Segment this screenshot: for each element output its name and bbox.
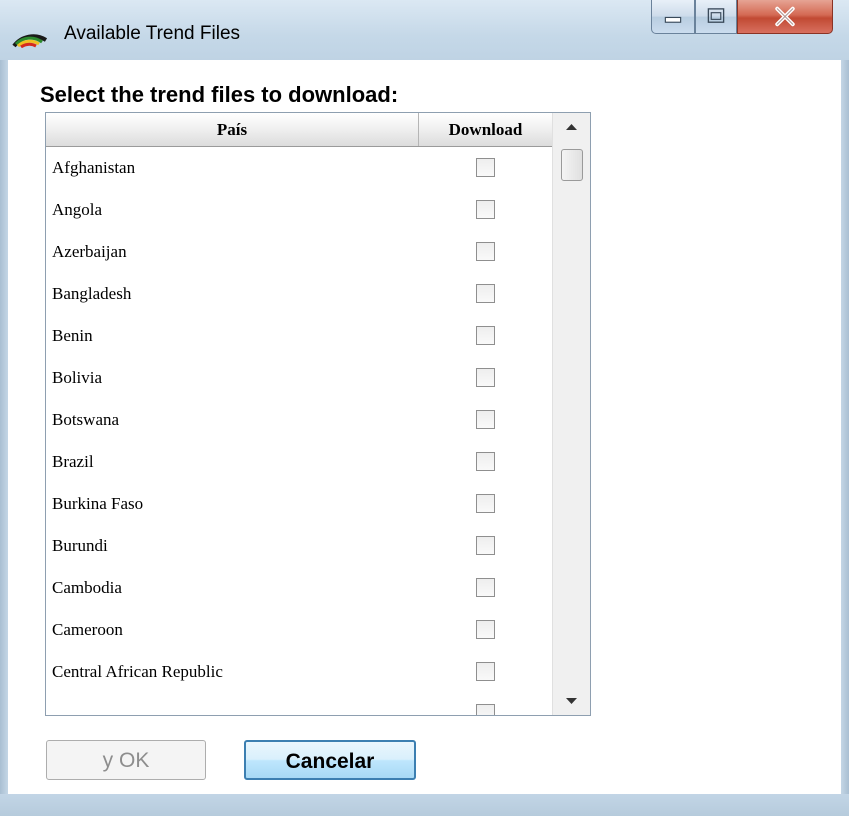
grid-body: Afghanistan Angola Azerbaijan Bangladesh Ben… — [46, 147, 552, 715]
table-row: Cameroon — [46, 609, 552, 651]
cancel-button[interactable]: Cancelar — [244, 740, 416, 780]
scroll-down-arrow-icon — [566, 698, 577, 704]
table-row: Burundi — [46, 525, 552, 567]
table-row: Benin — [46, 315, 552, 357]
scroll-down-button[interactable] — [553, 687, 590, 715]
maximize-icon — [707, 8, 725, 23]
table-row: Botswana — [46, 399, 552, 441]
dialog-client-area: Select the trend files to download: País… — [8, 60, 841, 794]
country-name: Azerbaijan — [52, 242, 127, 261]
download-checkbox[interactable] — [476, 578, 495, 597]
close-icon — [775, 6, 795, 27]
country-name: Burundi — [52, 536, 108, 555]
table-row-partial — [46, 693, 552, 715]
vertical-scrollbar[interactable] — [552, 113, 590, 715]
scroll-up-arrow-icon — [566, 124, 577, 130]
table-row: Burkina Faso — [46, 483, 552, 525]
rainbow-arc-icon — [12, 20, 48, 49]
column-header-download[interactable]: Download — [419, 113, 552, 146]
minimize-icon — [664, 16, 682, 23]
download-checkbox[interactable] — [476, 410, 495, 429]
download-checkbox[interactable] — [476, 368, 495, 387]
maximize-button[interactable] — [695, 0, 737, 34]
country-name: Cameroon — [52, 620, 123, 639]
download-checkbox[interactable] — [476, 704, 495, 715]
download-checkbox[interactable] — [476, 242, 495, 261]
download-checkbox[interactable] — [476, 158, 495, 177]
country-name: Botswana — [52, 410, 120, 429]
minimize-button[interactable] — [651, 0, 695, 34]
trend-files-grid: País Download Afghanistan Angola Azerbaija… — [45, 112, 591, 716]
scroll-up-button[interactable] — [553, 113, 590, 141]
instruction-heading: Select the trend files to download: — [40, 82, 399, 107]
country-name: Burkina Faso — [52, 494, 144, 513]
download-checkbox[interactable] — [476, 326, 495, 345]
scroll-thumb[interactable] — [561, 149, 583, 181]
table-row: Afghanistan — [46, 147, 552, 189]
window-right-border — [841, 60, 849, 816]
country-name: Angola — [52, 200, 103, 219]
caption-buttons — [651, 0, 835, 36]
download-checkbox[interactable] — [476, 200, 495, 219]
window-left-border — [0, 60, 8, 816]
country-name: Brazil — [52, 452, 94, 471]
grid-header: País Download — [46, 113, 552, 147]
download-checkbox[interactable] — [476, 284, 495, 303]
download-checkbox[interactable] — [476, 536, 495, 555]
table-row: Bolivia — [46, 357, 552, 399]
column-header-country[interactable]: País — [46, 113, 419, 146]
download-checkbox[interactable] — [476, 452, 495, 471]
country-name: Bangladesh — [52, 284, 132, 303]
window-title: Available Trend Files — [64, 23, 241, 44]
country-name: Afghanistan — [52, 158, 136, 177]
close-button[interactable] — [737, 0, 833, 34]
ok-button[interactable]: y OK — [46, 740, 206, 780]
country-name: Cambodia — [52, 578, 122, 597]
download-checkbox[interactable] — [476, 620, 495, 639]
download-checkbox[interactable] — [476, 662, 495, 681]
table-row: Cambodia — [46, 567, 552, 609]
dialog-window: Available Trend Files Select the trend f… — [0, 0, 849, 816]
table-row: Angola — [46, 189, 552, 231]
window-bottom-border — [0, 794, 849, 816]
table-row: Bangladesh — [46, 273, 552, 315]
table-row: Azerbaijan — [46, 231, 552, 273]
download-checkbox[interactable] — [476, 494, 495, 513]
table-row: Brazil — [46, 441, 552, 483]
country-name: Benin — [52, 326, 93, 345]
country-name: Bolivia — [52, 368, 103, 387]
country-name: Central African Republic — [52, 662, 223, 681]
table-row: Central African Republic — [46, 651, 552, 693]
